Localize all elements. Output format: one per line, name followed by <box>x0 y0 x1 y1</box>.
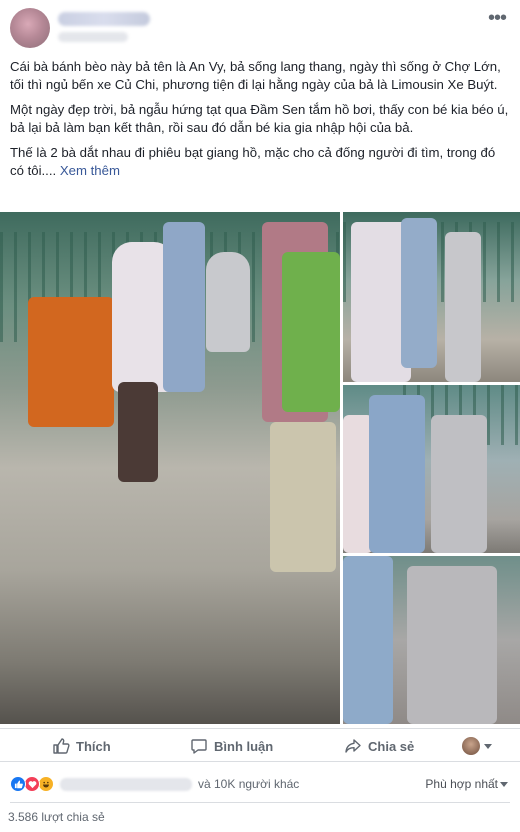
green-shirt-figure <box>282 252 340 412</box>
chevron-down-icon[interactable] <box>500 782 508 787</box>
comment-button[interactable]: Bình luận <box>190 729 273 763</box>
post-as-selector[interactable] <box>462 729 492 763</box>
divider <box>10 802 510 803</box>
reactions-summary[interactable]: và 10K người khác Phù hợp nhất <box>0 770 520 798</box>
photo-thumbnail-3[interactable] <box>343 556 520 724</box>
comment-sort-selector[interactable]: Phù hợp nhất <box>425 777 498 791</box>
child-figure <box>407 566 497 724</box>
photo-grid <box>0 212 520 724</box>
share-label: Chia sẻ <box>368 738 415 754</box>
share-button[interactable]: Chia sẻ <box>344 729 414 763</box>
love-reaction-icon <box>24 776 40 792</box>
child-figure <box>445 232 481 382</box>
reactor-names-blurred <box>60 778 192 791</box>
like-label: Thích <box>76 738 111 754</box>
post-paragraph: Một ngày đẹp trời, bả ngẫu hứng tạt qua … <box>10 102 509 135</box>
share-arrow-icon <box>344 737 362 755</box>
profile-avatar-icon <box>462 737 480 755</box>
guard-figure <box>369 395 425 553</box>
striped-pants-figure <box>270 422 336 572</box>
author-name-blurred <box>58 12 150 26</box>
see-more-link[interactable]: Xem thêm <box>60 163 120 178</box>
guard-figure <box>401 218 437 368</box>
woman-legs <box>118 382 158 482</box>
author-avatar[interactable] <box>10 8 50 48</box>
photo-thumbnail-2[interactable] <box>343 385 520 553</box>
post-actions-bar: Thích Bình luận Chia sẻ <box>0 728 520 762</box>
orange-trash-bin <box>28 297 114 427</box>
share-count[interactable]: 3.586 lượt chia sẻ <box>8 810 105 824</box>
like-reaction-icon <box>10 776 26 792</box>
guard-figure <box>163 222 205 392</box>
photo-main[interactable] <box>0 212 340 724</box>
photo-thumbnail-1[interactable] <box>343 212 520 382</box>
guard-figure <box>343 556 393 724</box>
post-body: Cái bà bánh bèo này bả tên là An Vy, bả … <box>10 58 510 187</box>
child-figure <box>431 415 487 553</box>
child-figure <box>206 252 250 352</box>
chevron-down-icon <box>484 743 492 749</box>
post-meta-blurred <box>58 32 128 42</box>
haha-reaction-icon <box>38 776 54 792</box>
post-header: ••• <box>0 0 520 52</box>
post-paragraph: Cái bà bánh bèo này bả tên là An Vy, bả … <box>10 59 501 92</box>
post-paragraph: Thế là 2 bà dắt nhau đi phiêu bạt giang … <box>10 144 510 179</box>
reactions-others-text[interactable]: và 10K người khác <box>198 777 299 791</box>
comment-bubble-icon <box>190 737 208 755</box>
more-options-icon[interactable]: ••• <box>488 8 507 28</box>
like-button[interactable]: Thích <box>52 729 111 763</box>
comment-label: Bình luận <box>214 738 274 754</box>
thumbs-up-icon <box>52 737 70 755</box>
